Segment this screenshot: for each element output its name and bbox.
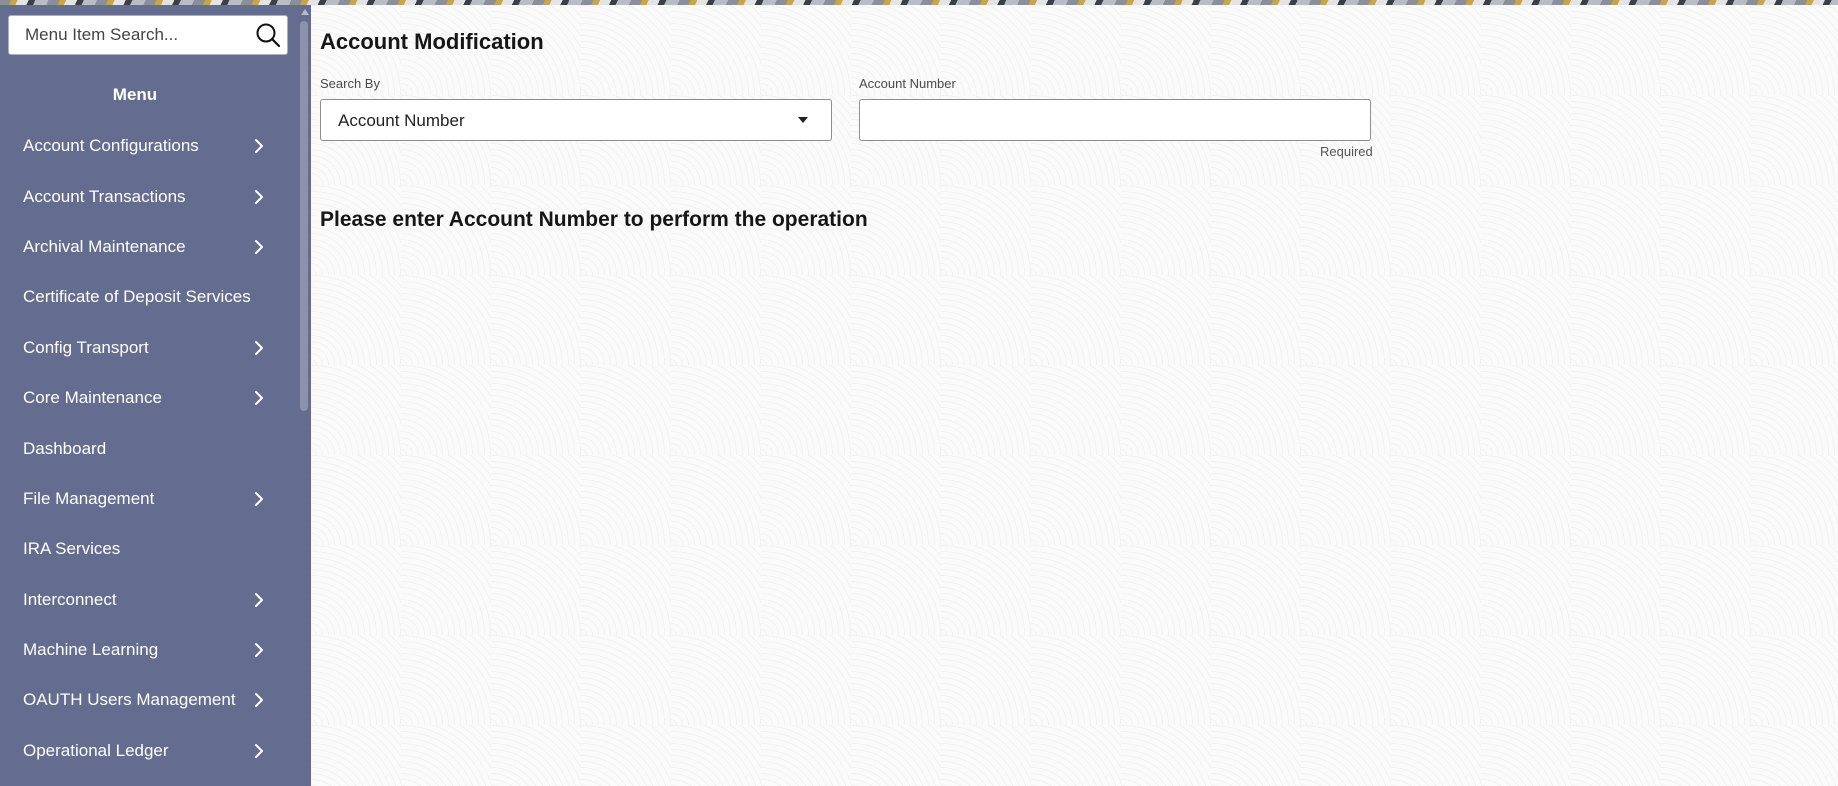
chevron-right-icon [255,189,263,204]
menu-search-box [8,15,288,55]
sidebar-item-label: Account Transactions [23,186,186,206]
search-by-label: Search By [320,76,380,91]
menu-title: Menu [112,85,158,104]
sidebar-item-label: Archival Maintenance [23,236,186,256]
sidebar-item-interconnect[interactable]: Interconnect [0,575,300,625]
sidebar-item-label: File Management [23,488,155,508]
sidebar-item-oauth-users-management[interactable]: OAUTH Users Management [0,675,300,725]
scroll-up-arrow-icon[interactable] [301,9,309,15]
chevron-right-icon [255,391,263,406]
sidebar-item-label: Core Maintenance [23,388,162,408]
sidebar-item-label: IRA Services [23,539,121,559]
info-message: Please enter Account Number to perform t… [320,208,868,231]
chevron-right-icon [255,592,263,607]
sidebar-item-label: Config Transport [23,337,149,357]
sidebar-item-label: Operational Ledger [23,740,169,760]
chevron-right-icon [255,340,263,355]
chevron-right-icon [255,491,263,506]
menu-search-input[interactable] [9,16,249,54]
sidebar-item-file-management[interactable]: File Management [0,474,300,524]
sidebar-item-ira-services[interactable]: IRA Services [0,524,300,574]
sidebar-item-label: Dashboard [23,438,107,458]
main-content: Account Modification Search By Account N… [311,5,1838,786]
sidebar-item-archival-maintenance[interactable]: Archival Maintenance [0,222,300,272]
sidebar-item-certificate-of-deposit-services[interactable]: Certificate of Deposit Services [0,272,300,322]
account-number-label: Account Number [859,76,956,91]
page-title: Account Modification [320,29,544,54]
chevron-right-icon [255,139,263,154]
app-window: Menu Account Configurations Account Trans… [0,0,1838,786]
sidebar-item-label: Interconnect [23,589,117,609]
sidebar-item-account-configurations[interactable]: Account Configurations [0,121,300,171]
search-by-value: Account Number [338,111,465,130]
sidebar-item-account-transactions[interactable]: Account Transactions [0,171,300,221]
sidebar-item-operational-ledger[interactable]: Operational Ledger [0,726,300,776]
required-hint: Required [1320,144,1373,159]
chevron-right-icon [255,643,263,658]
search-icon[interactable] [255,22,281,48]
sidebar: Menu Account Configurations Account Trans… [0,5,311,786]
sidebar-item-core-maintenance[interactable]: Core Maintenance [0,373,300,423]
chevron-right-icon [255,239,263,254]
sidebar-scrollbar[interactable] [299,5,311,786]
sidebar-item-dashboard[interactable]: Dashboard [0,423,300,473]
sidebar-item-label: Account Configurations [23,136,199,156]
sidebar-item-label: OAUTH Users Management [23,690,236,710]
sidebar-item-label: Certificate of Deposit Services [23,287,251,307]
caret-down-icon [798,117,808,123]
sidebar-item-config-transport[interactable]: Config Transport [0,323,300,373]
sidebar-item-label: Machine Learning [23,640,159,660]
chevron-right-icon [255,693,263,708]
scroll-thumb[interactable] [300,21,308,411]
search-by-select[interactable]: Account Number [320,99,832,141]
menu-list: Account Configurations Account Transactio… [0,121,300,776]
sidebar-item-machine-learning[interactable]: Machine Learning [0,625,300,675]
chevron-right-icon [255,743,263,758]
account-number-input[interactable] [859,99,1371,141]
